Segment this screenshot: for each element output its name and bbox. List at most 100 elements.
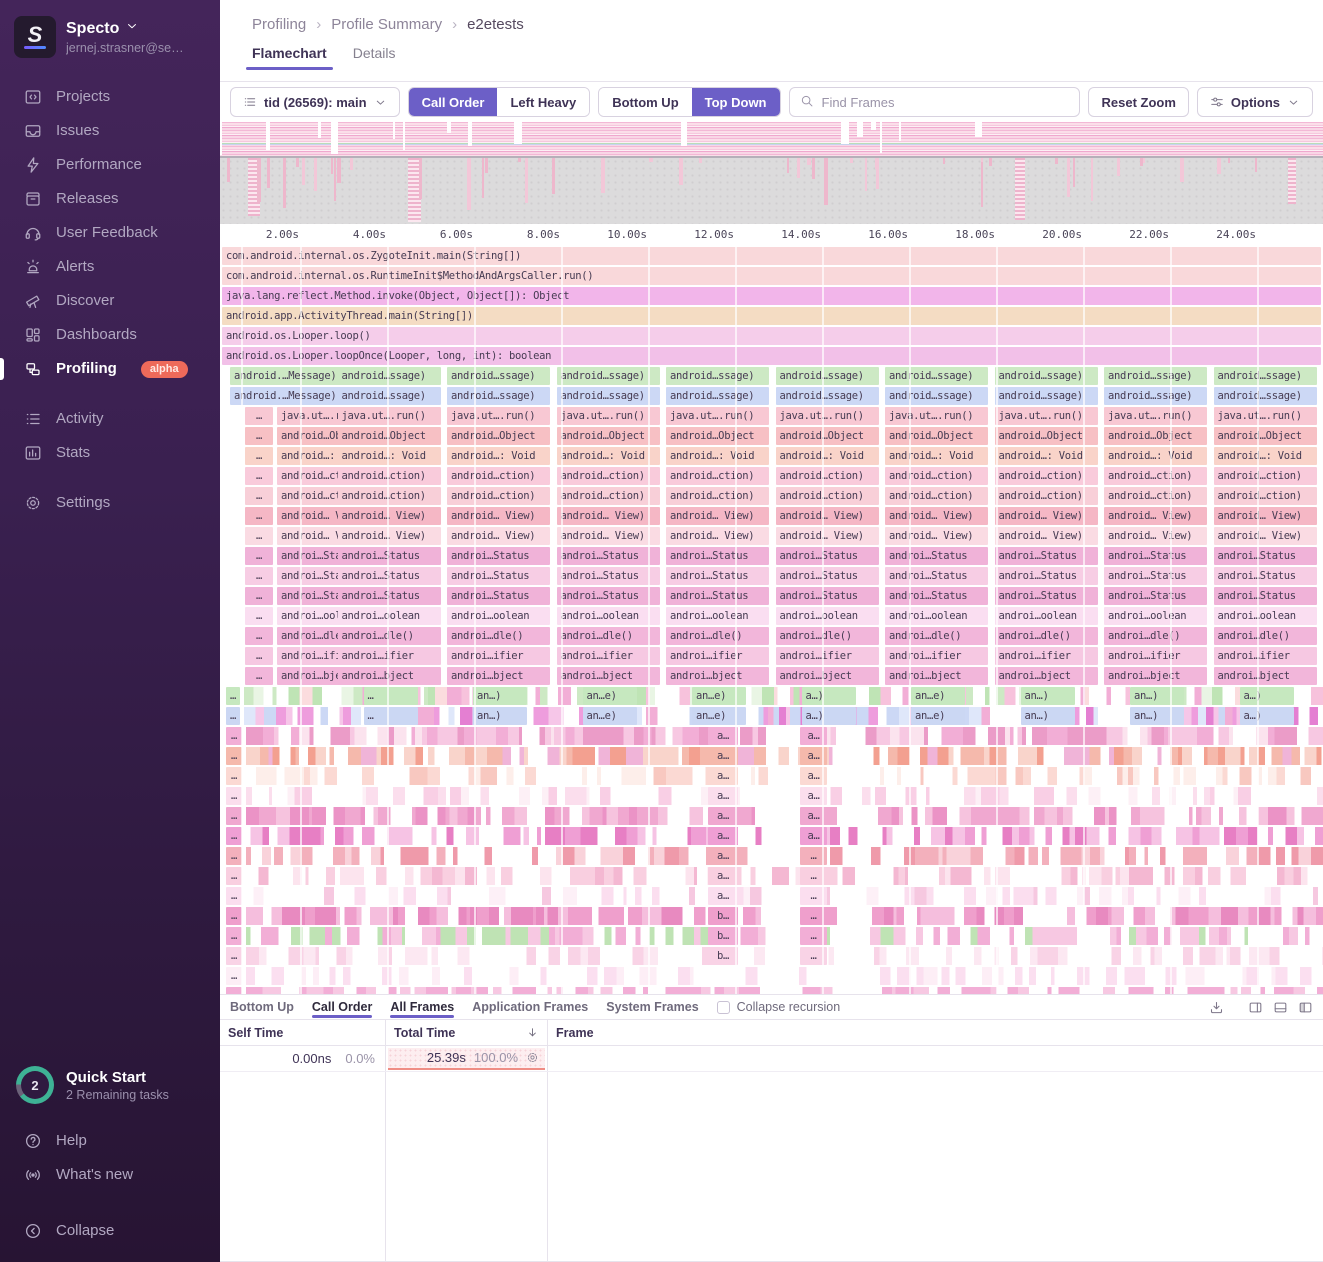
flame-frames-strip[interactable] (220, 787, 1323, 805)
flame-frame[interactable]: androi…ifier (1214, 647, 1317, 665)
flame-frame[interactable]: android… View) (557, 507, 660, 525)
flame-frame[interactable]: androi…oolean (885, 607, 988, 625)
flame-frame[interactable]: androi…ifier (557, 647, 660, 665)
flame-frame[interactable]: android…ssage) (885, 387, 988, 405)
flame-frame[interactable]: … (226, 847, 242, 865)
flame-frame[interactable]: android…ssage) (338, 367, 441, 385)
frame-table-tab-all-frames[interactable]: All Frames (390, 995, 454, 1019)
flame-frame[interactable]: … (226, 767, 242, 785)
flame-frame[interactable]: androi…dle() (995, 627, 1098, 645)
flame-frames-strip[interactable] (220, 867, 1323, 885)
flame-frame[interactable]: android…: Void (666, 447, 769, 465)
flame-frame[interactable]: androi…dle() (1214, 627, 1317, 645)
flame-frame[interactable]: java.lang.reflect.Method.invoke(Object, … (222, 287, 1321, 305)
flame-frame[interactable]: b… (708, 947, 738, 965)
reset-zoom-button[interactable]: Reset Zoom (1088, 87, 1188, 117)
flame-frame[interactable]: androi…Status (885, 567, 988, 585)
flame-frame[interactable]: androi…bject (666, 667, 769, 685)
collapse-recursion-checkbox[interactable]: Collapse recursion (717, 1000, 841, 1014)
flame-frame[interactable]: … (226, 927, 242, 945)
quick-start[interactable]: 2 Quick Start 2 Remaining tasks (0, 1056, 220, 1114)
flame-frame[interactable]: a… (800, 767, 827, 785)
flame-frame[interactable]: a… (708, 747, 738, 765)
flame-frame[interactable]: androi…bject (885, 667, 988, 685)
flame-frame[interactable]: android…: Void (885, 447, 988, 465)
flame-frame[interactable]: android…ction) (666, 467, 769, 485)
flame-frame[interactable]: androi…bject (1214, 667, 1317, 685)
flame-frame[interactable]: androi…Status (447, 587, 550, 605)
flame-frame[interactable]: androi…ifier (776, 647, 879, 665)
flame-frame[interactable]: android… View) (885, 527, 988, 545)
flame-frame[interactable]: … (245, 467, 273, 485)
frame-table-tab-bottom-up[interactable]: Bottom Up (230, 995, 294, 1019)
flame-frame[interactable]: android…ssage) (447, 387, 550, 405)
flame-frame[interactable]: androi…bject (1104, 667, 1207, 685)
flame-frame[interactable]: androi…Status (1214, 567, 1317, 585)
flame-frame[interactable]: androi…Status (995, 547, 1098, 565)
flame-frame[interactable]: an…) (1021, 707, 1075, 725)
flame-frame[interactable]: … (226, 887, 242, 905)
flame-frame[interactable]: com.android.internal.os.RuntimeInit$Meth… (222, 267, 1321, 285)
flame-frame[interactable]: androi…Status (776, 547, 879, 565)
flame-frame[interactable]: android…Object (277, 427, 345, 445)
flame-frame[interactable]: java.ut….run() (557, 407, 660, 425)
flame-frame[interactable]: android… View) (666, 507, 769, 525)
flame-frame[interactable]: androi…Status (1104, 547, 1207, 565)
flame-frame[interactable]: java.ut….run() (885, 407, 988, 425)
flame-frame[interactable]: … (800, 847, 827, 865)
flame-frame[interactable]: androi…ifier (885, 647, 988, 665)
flame-frame[interactable]: android…ction) (1104, 467, 1207, 485)
flame-frame[interactable]: androi…Status (995, 567, 1098, 585)
flame-frame[interactable]: android…ssage) (666, 387, 769, 405)
flame-frame[interactable]: … (800, 867, 827, 885)
frame-table-tab-call-order[interactable]: Call Order (312, 995, 372, 1019)
breadcrumb-item[interactable]: Profile Summary (331, 16, 442, 33)
flame-frame[interactable]: android…Object (885, 427, 988, 445)
flame-frame[interactable]: android…ction) (1214, 467, 1317, 485)
sidebar-item-issues[interactable]: Issues (0, 114, 220, 148)
flame-frame[interactable]: android…ction) (447, 487, 550, 505)
flame-frame[interactable]: androi…oolean (277, 607, 345, 625)
tab-details[interactable]: Details (353, 45, 396, 69)
flame-frame[interactable]: androi…Status (1104, 587, 1207, 605)
frame-table-tab-system-frames[interactable]: System Frames (606, 995, 698, 1019)
flame-frame[interactable]: android…ssage) (1104, 367, 1207, 385)
flame-frame[interactable]: androi…oolean (557, 607, 660, 625)
flame-frame[interactable]: … (226, 867, 242, 885)
flame-frame[interactable]: android…Object (338, 427, 441, 445)
flame-frame[interactable]: a… (800, 807, 827, 825)
flame-frame[interactable]: androi…Status (277, 547, 345, 565)
flame-frames-strip[interactable] (220, 927, 1323, 945)
flame-frame[interactable]: java.ut….run() (1214, 407, 1317, 425)
flame-frame[interactable]: … (226, 727, 242, 745)
flame-frame[interactable]: a… (800, 827, 827, 845)
flame-frame[interactable]: android…: Void (557, 447, 660, 465)
flame-frame[interactable]: android…Object (1104, 427, 1207, 445)
sidebar-item-alerts[interactable]: Alerts (0, 250, 220, 284)
flame-frame[interactable]: … (245, 627, 273, 645)
sidebar-item-dashboards[interactable]: Dashboards (0, 318, 220, 352)
flame-frame[interactable]: … (800, 887, 827, 905)
flame-frame[interactable]: android…ction) (885, 467, 988, 485)
flame-frame[interactable]: … (245, 487, 273, 505)
flame-frame[interactable]: android…ction) (1104, 487, 1207, 505)
flame-frame[interactable]: b… (708, 907, 738, 925)
flame-frame[interactable]: androi…bject (338, 667, 441, 685)
flame-frame[interactable]: android…ssage) (885, 367, 988, 385)
flame-frame[interactable]: android…ction) (666, 487, 769, 505)
flame-frame[interactable]: … (226, 907, 242, 925)
flame-frame[interactable]: … (245, 427, 273, 445)
flame-frame[interactable]: androi…oolean (666, 607, 769, 625)
flame-frame[interactable]: android.…Message) (230, 367, 345, 385)
flame-frame[interactable]: androi…dle() (338, 627, 441, 645)
flame-frame[interactable]: android… View) (338, 507, 441, 525)
flame-frame[interactable]: … (800, 927, 827, 945)
flame-frame[interactable]: android…Object (666, 427, 769, 445)
flame-frames-strip[interactable] (220, 887, 1323, 905)
flame-frame[interactable]: androi…Status (666, 567, 769, 585)
column-header-total-time[interactable]: Total Time (386, 1020, 548, 1045)
flame-frame[interactable]: androi…oolean (995, 607, 1098, 625)
flame-frame[interactable]: a… (800, 727, 827, 745)
gear-icon[interactable] (526, 1051, 539, 1064)
flame-frame[interactable]: … (364, 687, 418, 705)
